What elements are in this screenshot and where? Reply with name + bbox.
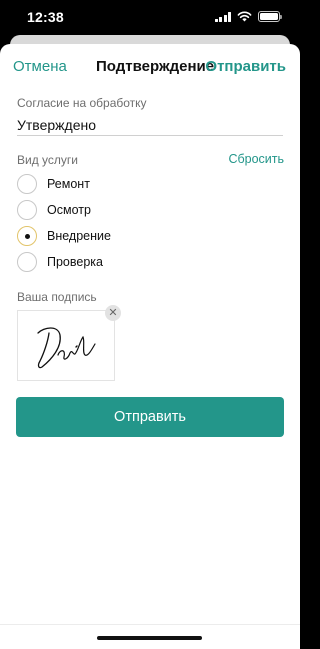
submit-button[interactable]: Отправить [16, 397, 284, 437]
radio-label: Внедрение [47, 229, 111, 243]
signature-drawing [37, 327, 96, 369]
confirmation-sheet: Отмена Подтверждение Отправить Согласие … [0, 44, 300, 649]
service-radio-group: Ремонт Осмотр Внедрение Проверка [17, 171, 217, 275]
radio-button[interactable] [17, 252, 37, 272]
battery-icon [258, 11, 282, 22]
radio-option-check[interactable]: Проверка [17, 249, 217, 275]
radio-label: Осмотр [47, 203, 91, 217]
consent-field[interactable] [17, 114, 283, 136]
radio-label: Проверка [47, 255, 103, 269]
status-time: 12:38 [27, 9, 64, 25]
radio-button[interactable] [17, 200, 37, 220]
page-title: Подтверждение [96, 58, 215, 75]
consent-label: Согласие на обработку [17, 96, 147, 110]
radio-option-inspection[interactable]: Осмотр [17, 197, 217, 223]
status-bar: 12:38 [0, 0, 300, 34]
nav-bar: Отмена Подтверждение Отправить [0, 44, 300, 90]
close-icon[interactable]: ✕ [105, 305, 121, 321]
radio-label: Ремонт [47, 177, 90, 191]
signal-icon [214, 11, 231, 22]
radio-option-repair[interactable]: Ремонт [17, 171, 217, 197]
signature-label: Ваша подпись [17, 290, 97, 304]
home-indicator [97, 636, 202, 640]
signature-pad[interactable] [17, 310, 115, 381]
reset-button[interactable]: Сбросить [228, 152, 284, 166]
send-button[interactable]: Отправить [205, 58, 286, 75]
radio-button[interactable] [17, 226, 37, 246]
wifi-icon [237, 11, 252, 22]
status-icons [214, 11, 282, 22]
cancel-button[interactable]: Отмена [13, 58, 67, 75]
radio-option-implementation[interactable]: Внедрение [17, 223, 217, 249]
service-label: Вид услуги [17, 153, 78, 167]
divider [0, 624, 300, 625]
radio-button[interactable] [17, 174, 37, 194]
